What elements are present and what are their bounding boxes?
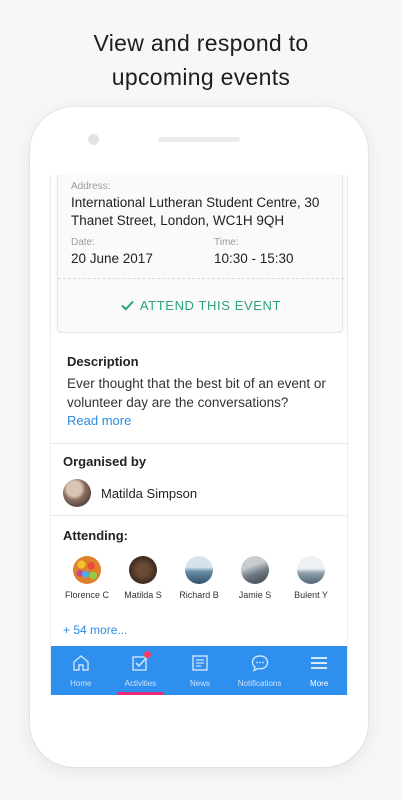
phone-speaker [158, 137, 240, 142]
address-value: International Lutheran Student Centre, 3… [71, 195, 320, 228]
attendee-list: Florence C Matilda S Richard B Jamie S B… [51, 556, 347, 606]
tab-news[interactable]: News [170, 646, 230, 695]
attendee-name: Richard B [179, 590, 219, 600]
tab-home[interactable]: Home [51, 646, 111, 695]
hamburger-menu-icon [309, 653, 329, 675]
headline: View and respond to upcoming events [0, 26, 402, 94]
time-value: 10:30 - 15:30 [214, 251, 294, 266]
headline-line-2: upcoming events [111, 64, 291, 90]
attendee-item[interactable]: Jamie S [227, 556, 283, 600]
tab-label: More [310, 679, 329, 688]
phone-camera [88, 134, 99, 145]
attendee-item[interactable]: Matilda S [115, 556, 171, 600]
time-label: Time: [214, 237, 239, 248]
avatar [241, 556, 269, 584]
tab-more[interactable]: More [289, 646, 347, 695]
avatar [129, 556, 157, 584]
attend-event-label: ATTEND THIS EVENT [139, 297, 282, 313]
avatar [185, 556, 213, 584]
tab-label: Activities [124, 679, 157, 688]
organiser-person[interactable]: Matilda Simpson [63, 479, 197, 507]
tab-notifications[interactable]: Notifications [230, 646, 290, 695]
chat-bubble-icon [250, 653, 270, 675]
attending-title: Attending: [63, 528, 128, 543]
organiser-title: Organised by [63, 454, 147, 469]
tab-activities[interactable]: Activities [111, 646, 171, 695]
notification-badge [143, 651, 151, 658]
attendee-item[interactable]: Florence C [59, 556, 115, 600]
avatar [297, 556, 325, 584]
newspaper-icon [190, 653, 210, 675]
read-more-link[interactable]: Read more [67, 413, 131, 428]
more-attendees-link[interactable]: + 54 more... [63, 623, 127, 637]
phone-frame: Address: International Lutheran Student … [30, 107, 368, 767]
attendee-item[interactable]: Bulent Y [283, 556, 339, 600]
description-text: Ever thought that the best bit of an eve… [67, 376, 326, 410]
attendee-name: Jamie S [238, 590, 272, 600]
date-label: Date: [71, 237, 95, 248]
organiser-avatar [63, 479, 91, 507]
check-icon [121, 300, 134, 311]
organiser-name: Matilda Simpson [101, 485, 198, 501]
address-label: Address: [71, 181, 111, 192]
attend-event-button[interactable]: ATTEND THIS EVENT [58, 279, 344, 331]
event-details-card: Address: International Lutheran Student … [57, 175, 344, 333]
attendee-name: Florence C [64, 590, 109, 600]
organiser-section: Organised by Matilda Simpson [51, 444, 347, 516]
date-value: 20 June 2017 [71, 251, 153, 266]
tab-label: Notifications [237, 679, 282, 688]
headline-line-1: View and respond to [93, 30, 309, 56]
tab-label: News [189, 679, 210, 688]
attendee-name: Matilda S [124, 590, 162, 600]
selected-tab-indicator [116, 692, 165, 695]
attendee-name: Bulent Y [294, 590, 328, 600]
home-icon [71, 653, 91, 675]
description-section: Description Ever thought that the best b… [51, 333, 347, 444]
attendee-item[interactable]: Richard B [171, 556, 227, 600]
description-title: Description [67, 354, 139, 369]
app-screen: Address: International Lutheran Student … [50, 175, 348, 695]
avatar [73, 556, 101, 584]
tab-label: Home [70, 679, 92, 688]
bottom-tab-bar: Home Activities News Notifications More [51, 646, 347, 695]
